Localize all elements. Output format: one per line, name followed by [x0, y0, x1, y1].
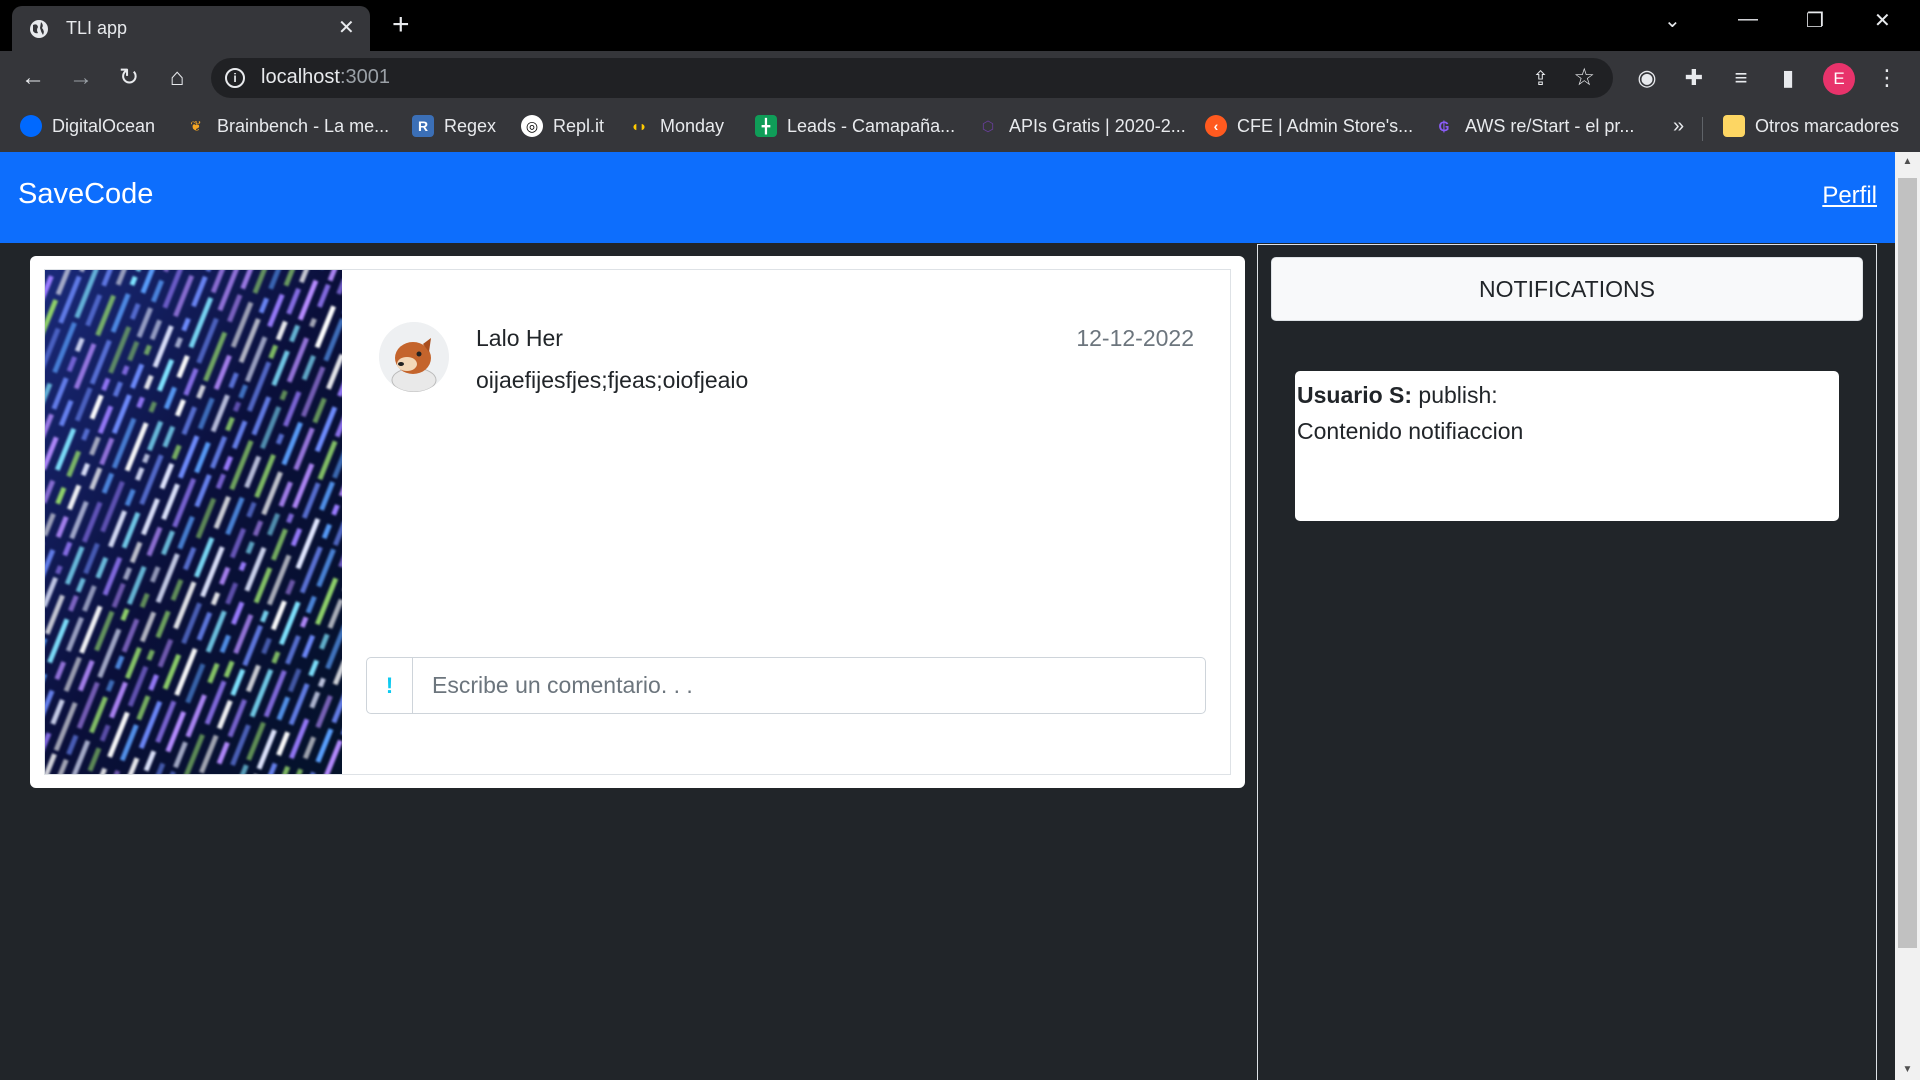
bookmark-regex[interactable]: R Regex: [412, 115, 496, 137]
reload-icon[interactable]: ↻: [114, 63, 144, 93]
bookmark-other-folder[interactable]: Otros marcadores: [1723, 115, 1899, 137]
notifications-header: NOTIFICATIONS: [1271, 257, 1863, 321]
window-close-icon[interactable]: ✕: [1874, 8, 1891, 33]
hexagon-icon: ⬡: [981, 118, 995, 134]
extensions-puzzle-icon[interactable]: ✚: [1680, 64, 1708, 92]
share-icon[interactable]: ⇪: [1532, 66, 1549, 91]
post-card: Lalo Her 12-12-2022 oijaefijesfjes;fjeas…: [30, 256, 1245, 788]
digitalocean-icon: [20, 115, 42, 137]
scroll-down-arrow-icon[interactable]: ▼: [1895, 1064, 1920, 1080]
bookmark-monday[interactable]: ◖◗ Monday: [628, 115, 725, 137]
notification-action: publish:: [1418, 382, 1498, 408]
sheets-icon: ╋: [755, 115, 777, 137]
app-navbar: SaveCode Perfil: [0, 152, 1895, 243]
comment-input-group: !: [366, 657, 1206, 714]
bookmark-label: DigitalOcean: [52, 115, 156, 136]
side-panel-icon[interactable]: ▮: [1774, 64, 1802, 92]
exclamation-icon: !: [367, 658, 413, 713]
globe-icon: [30, 20, 48, 38]
bookmarks-overflow-button[interactable]: »: [1673, 115, 1684, 138]
bookmark-star-icon[interactable]: ☆: [1573, 63, 1595, 92]
bookmarks-divider: [1702, 117, 1703, 141]
bookmark-brainbench[interactable]: ❦ Brainbench - La me...: [185, 115, 389, 137]
bookmarks-bar: DigitalOcean ❦ Brainbench - La me... R R…: [0, 105, 1920, 152]
web-page: SaveCode Perfil Lalo Her 12-12-2022 oija…: [0, 152, 1895, 1080]
post-text: oijaefijesfjes;fjeas;oiofjeaio: [476, 367, 749, 393]
monday-icon: ◖◗: [630, 118, 648, 134]
new-tab-icon[interactable]: +: [392, 10, 410, 40]
restore-icon[interactable]: ❐: [1806, 8, 1824, 33]
forward-arrow-icon[interactable]: →: [66, 63, 96, 93]
close-tab-icon[interactable]: ✕: [338, 16, 355, 40]
profile-avatar[interactable]: E: [1823, 63, 1855, 95]
extension-grammarly-icon[interactable]: ◉: [1633, 64, 1661, 92]
chevron-down-icon[interactable]: ⌄: [1664, 8, 1681, 33]
comment-input[interactable]: [413, 658, 1205, 713]
cfe-icon: ‹: [1205, 115, 1227, 137]
bookmark-label: CFE | Admin Store's...: [1237, 115, 1414, 136]
bookmark-label: APIs Gratis | 2020-2...: [1009, 115, 1186, 136]
address-bar[interactable]: i localhost:3001 ⇪ ☆: [211, 58, 1613, 98]
bookmark-cfe[interactable]: ‹ CFE | Admin Store's...: [1205, 115, 1413, 137]
bookmark-label: Monday: [660, 115, 725, 136]
back-arrow-icon[interactable]: ←: [18, 63, 48, 93]
home-icon[interactable]: ⌂: [162, 63, 192, 93]
url-host: localhost: [261, 66, 340, 88]
bookmark-label: Regex: [444, 115, 497, 136]
bookmark-label: AWS re/Start - el pr...: [1465, 115, 1635, 136]
post-body: Lalo Her 12-12-2022 oijaefijesfjes;fjeas…: [342, 270, 1230, 774]
bookmark-label: Repl.it: [553, 115, 605, 136]
notifications-panel: NOTIFICATIONS Usuario S: publish: Conten…: [1257, 244, 1877, 1080]
code-screen-image: [45, 270, 342, 774]
media-queue-icon[interactable]: ≡: [1727, 64, 1755, 92]
folder-icon: [1723, 115, 1745, 137]
brainbench-icon: ❦: [190, 118, 202, 134]
bookmark-label: Leads - Camapaña...: [787, 115, 956, 136]
notification-item[interactable]: Usuario S: publish: Contenido notifiacci…: [1295, 371, 1839, 521]
bookmark-label: Brainbench - La me...: [217, 115, 390, 136]
url-port: :3001: [339, 66, 390, 88]
bookmark-leads[interactable]: ╋ Leads - Camapaña...: [755, 115, 955, 137]
browser-toolbar: ← → ↻ ⌂ i localhost:3001 ⇪ ☆ ◉ ✚ ≡ ▮ ⋮: [0, 51, 1920, 105]
replit-icon: ◎: [521, 115, 543, 137]
tab-title: TLI app: [66, 18, 128, 38]
post-author: Lalo Her: [476, 325, 563, 351]
regex-icon: R: [412, 115, 434, 137]
user-avatar[interactable]: [379, 322, 449, 392]
bookmark-replit[interactable]: ◎ Repl.it: [521, 115, 604, 137]
scroll-up-arrow-icon[interactable]: ▲: [1895, 156, 1920, 172]
brand-logo-text[interactable]: SaveCode: [18, 178, 153, 211]
post-date: 12-12-2022: [1076, 325, 1194, 351]
bookmark-digitalocean[interactable]: DigitalOcean: [20, 115, 155, 137]
browser-tab-strip: TLI app ✕ + ⌄ — ❐ ✕: [0, 0, 1920, 51]
bookmark-apis-gratis[interactable]: ⬡ APIs Gratis | 2020-2...: [977, 115, 1186, 137]
bookmark-aws-restart[interactable]: ₲ AWS re/Start - el pr...: [1433, 115, 1635, 137]
browser-tab[interactable]: TLI app ✕: [12, 6, 370, 51]
notification-user: Usuario S:: [1297, 382, 1413, 408]
aws-restart-icon: ₲: [1438, 118, 1450, 134]
scrollbar-thumb[interactable]: [1898, 178, 1917, 948]
post-card-inner: Lalo Her 12-12-2022 oijaefijesfjes;fjeas…: [44, 269, 1231, 775]
url-text: localhost:3001: [261, 66, 390, 89]
menu-kebab-icon[interactable]: ⋮: [1873, 64, 1901, 92]
bookmark-label: Otros marcadores: [1755, 115, 1900, 136]
notification-content: Contenido notifiaccion: [1297, 418, 1524, 444]
profile-link[interactable]: Perfil: [1822, 182, 1877, 210]
info-icon[interactable]: i: [225, 68, 245, 88]
minimize-icon[interactable]: —: [1738, 8, 1758, 31]
